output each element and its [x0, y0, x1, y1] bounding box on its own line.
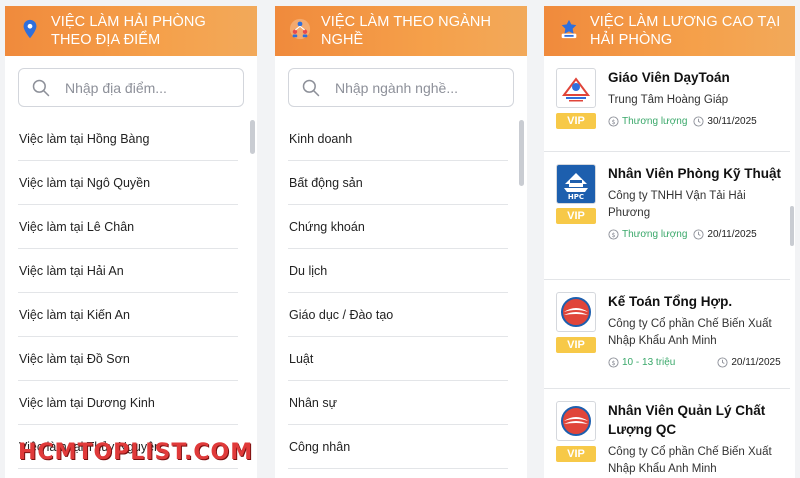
- company-emblem-icon: [561, 297, 591, 327]
- industry-panel: VIỆC LÀM THEO NGÀNH NGHỀ Kinh doanh Bất …: [275, 6, 527, 478]
- list-item[interactable]: Việc làm tại Kiến An: [18, 293, 238, 337]
- jobs-list: VIP Giáo Viên DạyToán Trung Tâm Hoàng Gi…: [544, 56, 790, 478]
- list-item-label: Việc làm tại Đồ Sơn: [19, 351, 130, 366]
- list-item[interactable]: Việc làm tại Lê Chân: [18, 205, 238, 249]
- list-item[interactable]: Việc làm tại Hải An: [18, 249, 238, 293]
- list-item-label: Chứng khoán: [289, 219, 365, 234]
- industry-panel-header: VIỆC LÀM THEO NGÀNH NGHỀ: [275, 6, 527, 56]
- location-search-input[interactable]: [65, 79, 225, 96]
- job-salary: Thương lượng: [622, 115, 688, 127]
- svg-text:$: $: [611, 230, 615, 238]
- search-icon: [302, 79, 320, 96]
- location-panel: VIỆC LÀM HẢI PHÒNG THEO ĐỊA ĐIỂM Việc là…: [5, 6, 257, 478]
- job-title[interactable]: Kế Toán Tổng Hợp.: [608, 292, 790, 311]
- job-card[interactable]: VIP Kế Toán Tổng Hợp. Công ty Cổ phần Ch…: [544, 280, 790, 389]
- job-company[interactable]: Công ty Cổ phần Chế Biến Xuất Nhập Khẩu …: [608, 316, 790, 350]
- location-pin-icon: [23, 19, 37, 39]
- industry-list: Kinh doanh Bất động sản Chứng khoán Du l…: [288, 117, 508, 469]
- list-item-label: Bất động sản: [289, 175, 363, 190]
- money-icon: $: [608, 115, 619, 127]
- vip-badge: VIP: [556, 208, 596, 224]
- list-item-label: Việc làm tại Hồng Bàng: [19, 131, 150, 146]
- jobs-panel: VIỆC LÀM LƯƠNG CAO TẠI HẢI PHÒNG VIP Giá…: [544, 6, 795, 478]
- industry-list-scrollbar[interactable]: [519, 120, 524, 186]
- panel-title: VIỆC LÀM HẢI PHÒNG THEO ĐỊA ĐIỂM: [51, 14, 206, 48]
- job-title[interactable]: Nhân Viên Phòng Kỹ Thuật: [608, 164, 790, 183]
- list-item[interactable]: Luật: [288, 337, 508, 381]
- list-item-label: Việc làm tại Ngô Quyền: [19, 175, 151, 190]
- school-logo-icon: [562, 77, 590, 102]
- list-item-label: Công nhân: [289, 439, 351, 454]
- list-item[interactable]: Công nhân: [288, 425, 508, 469]
- jobs-panel-header: VIỆC LÀM LƯƠNG CAO TẠI HẢI PHÒNG: [544, 6, 795, 56]
- list-item[interactable]: Việc làm tại Đồ Sơn: [18, 337, 238, 381]
- list-item[interactable]: Kinh doanh: [288, 117, 508, 161]
- job-card[interactable]: VIP Nhân Viên Quản Lý Chất Lượng QC Công…: [544, 389, 790, 478]
- industry-search-input[interactable]: [335, 79, 495, 96]
- list-item-label: Luật: [289, 351, 314, 366]
- list-item-label: Du lịch: [289, 263, 328, 278]
- list-item[interactable]: Bất động sản: [288, 161, 508, 205]
- list-item[interactable]: Du lịch: [288, 249, 508, 293]
- job-card[interactable]: HPC VIP Nhân Viên Phòng Kỹ Thuật Công ty…: [544, 152, 790, 280]
- list-item[interactable]: Nhân sự: [288, 381, 508, 425]
- search-icon: [32, 79, 50, 96]
- list-item-label: Kinh doanh: [289, 131, 353, 146]
- location-panel-header: VIỆC LÀM HẢI PHÒNG THEO ĐỊA ĐIỂM: [5, 6, 257, 56]
- job-title[interactable]: Nhân Viên Quản Lý Chất Lượng QC: [608, 401, 790, 439]
- list-item[interactable]: Giáo dục / Đào tạo: [288, 293, 508, 337]
- list-item-label: Việc làm tại Kiến An: [19, 307, 130, 322]
- list-item[interactable]: Việc làm tại Ngô Quyền: [18, 161, 238, 205]
- money-icon: $: [608, 356, 619, 368]
- list-item[interactable]: Chứng khoán: [288, 205, 508, 249]
- vip-badge: VIP: [556, 113, 596, 129]
- svg-text:$: $: [611, 358, 615, 366]
- job-date: 20/11/2025: [707, 228, 757, 240]
- list-item[interactable]: Việc làm tại Hồng Bàng: [18, 117, 238, 161]
- list-item[interactable]: Việc làm tại Dương Kinh: [18, 381, 238, 425]
- job-company[interactable]: Trung Tâm Hoàng Giáp: [608, 92, 790, 109]
- svg-text:$: $: [611, 117, 615, 125]
- company-logo: [556, 401, 596, 441]
- company-logo: [556, 292, 596, 332]
- list-item-label: Giáo dục / Đào tạo: [289, 307, 394, 322]
- vip-badge: VIP: [556, 337, 596, 353]
- job-date: 30/11/2025: [707, 115, 757, 127]
- company-logo: HPC: [556, 164, 596, 204]
- job-salary: Thương lượng: [622, 228, 688, 240]
- company-emblem-icon: [561, 406, 591, 436]
- job-company[interactable]: Công ty TNHH Vận Tải Hải Phương: [608, 188, 790, 222]
- job-meta: $ Thương lượng 30/11/2025: [608, 113, 790, 129]
- job-meta: $ Thương lượng 20/11/2025: [608, 226, 790, 242]
- list-item-label: Việc làm tại Hải An: [19, 263, 124, 278]
- job-salary: 10 - 13 triệu: [622, 356, 676, 368]
- job-card[interactable]: VIP Giáo Viên DạyToán Trung Tâm Hoàng Gi…: [544, 56, 790, 152]
- industry-search-box[interactable]: [288, 68, 514, 107]
- location-search-box[interactable]: [18, 68, 244, 107]
- job-date: 20/11/2025: [731, 356, 781, 368]
- vip-badge: VIP: [556, 446, 596, 462]
- clock-icon: [693, 228, 704, 240]
- clock-icon: [717, 356, 728, 368]
- list-item-label: Việc làm tại Lê Chân: [19, 219, 135, 234]
- jobs-list-scrollbar[interactable]: [790, 206, 794, 246]
- logo-text: HPC: [568, 193, 584, 201]
- job-title[interactable]: Giáo Viên DạyToán: [608, 68, 790, 87]
- user-award-icon: [561, 19, 577, 39]
- company-logo: [556, 68, 596, 108]
- panel-title: VIỆC LÀM THEO NGÀNH NGHỀ: [321, 14, 492, 48]
- location-list-scrollbar[interactable]: [250, 120, 255, 154]
- money-icon: $: [608, 228, 619, 240]
- watermark-logo: HCMTOPLIST.COM: [18, 440, 254, 465]
- people-network-icon: [289, 18, 311, 40]
- list-item-label: Nhân sự: [289, 395, 337, 410]
- job-company[interactable]: Công ty Cổ phần Chế Biến Xuất Nhập Khẩu …: [608, 444, 790, 478]
- list-item-label: Việc làm tại Dương Kinh: [19, 395, 155, 410]
- job-meta: $ 10 - 13 triệu 20/11/2025: [608, 354, 790, 370]
- clock-icon: [693, 115, 704, 127]
- panel-title: VIỆC LÀM LƯƠNG CAO TẠI HẢI PHÒNG: [590, 14, 781, 48]
- location-list: Việc làm tại Hồng Bàng Việc làm tại Ngô …: [18, 117, 238, 469]
- ship-logo-icon: HPC: [564, 173, 588, 201]
